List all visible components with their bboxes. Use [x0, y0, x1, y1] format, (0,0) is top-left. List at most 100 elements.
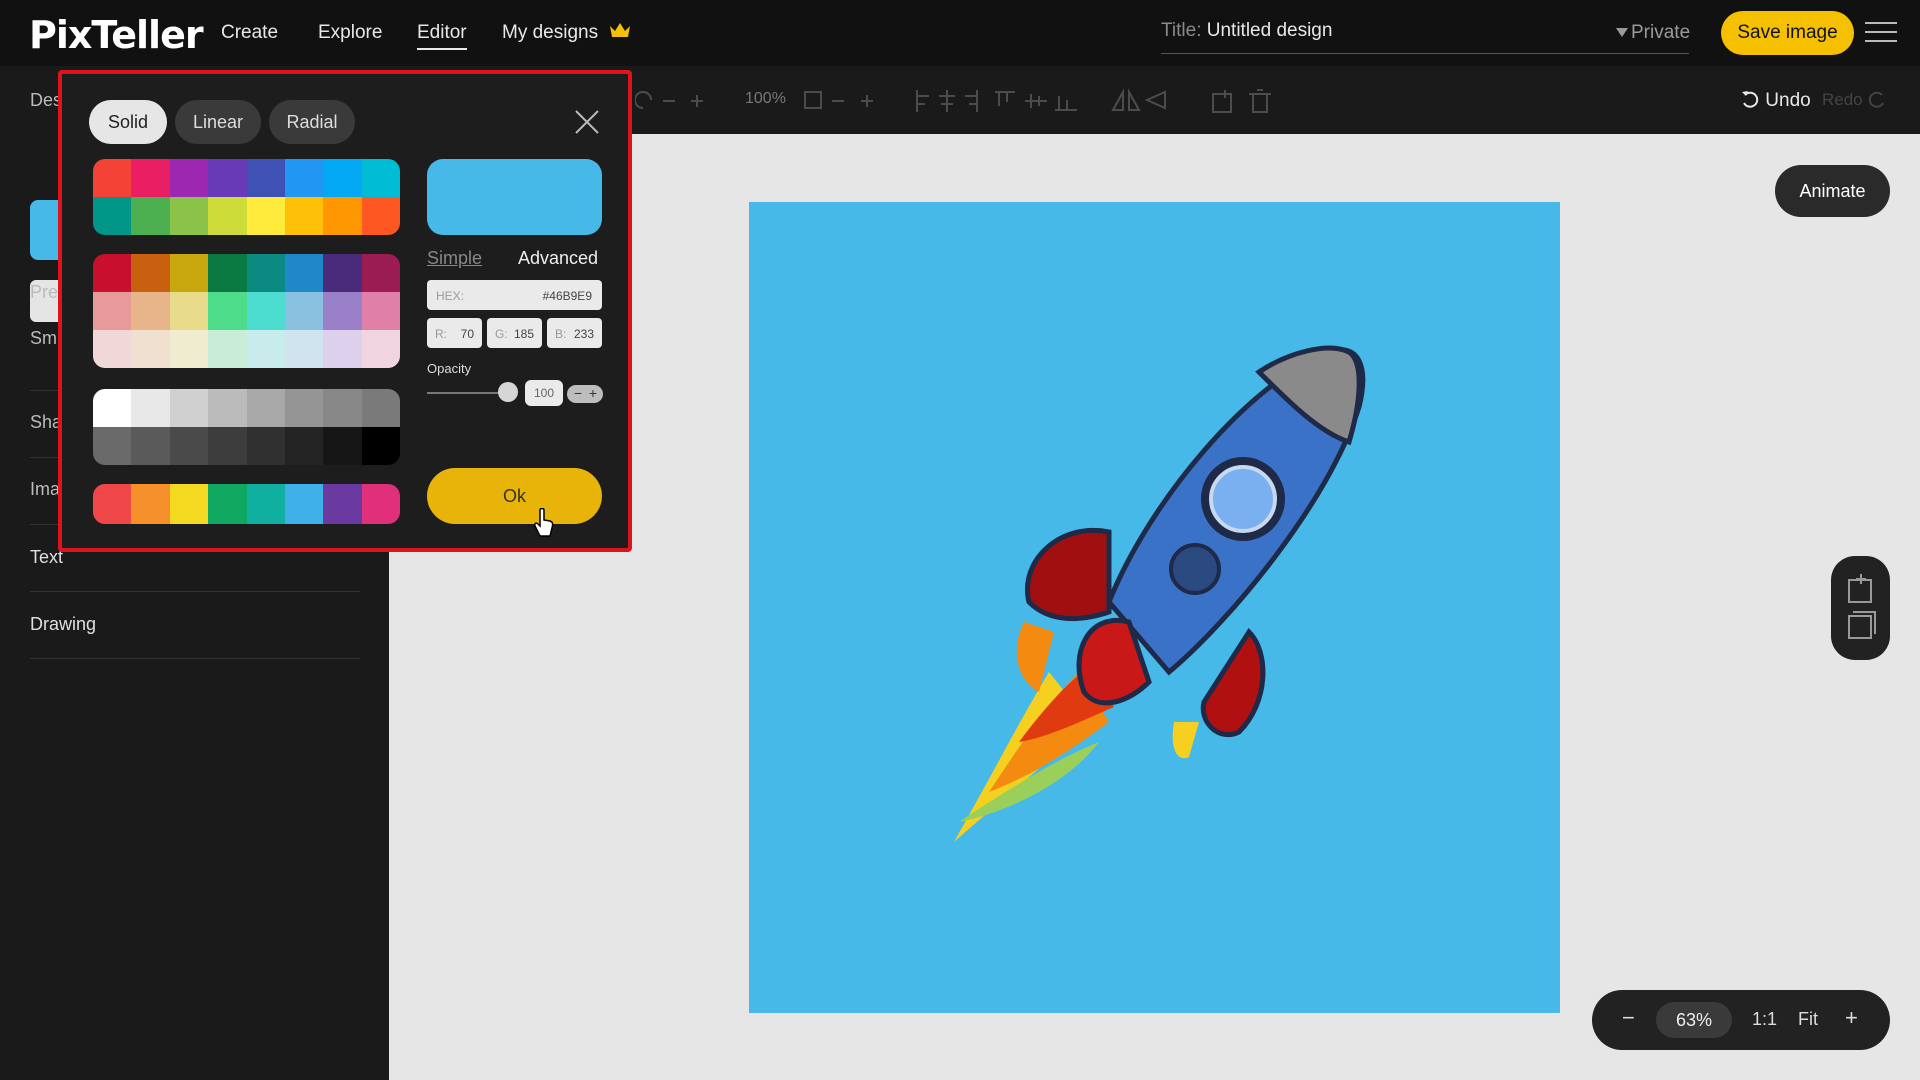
redo-button[interactable]: Redo	[1822, 89, 1887, 110]
color-swatch[interactable]	[246, 292, 285, 330]
opacity-decrement-button[interactable]: −	[574, 385, 582, 402]
pixteller-logo[interactable]: PixTeller	[29, 13, 204, 57]
color-swatch[interactable]	[169, 484, 209, 524]
nav-explore[interactable]: Explore	[318, 22, 382, 44]
ratio-1-1-button[interactable]: 1:1	[1752, 1009, 1777, 1030]
nav-create[interactable]: Create	[221, 22, 278, 44]
color-swatch[interactable]	[246, 159, 285, 197]
color-swatch[interactable]	[284, 484, 324, 524]
color-swatch[interactable]	[208, 484, 247, 524]
color-swatch[interactable]	[246, 389, 285, 427]
color-swatch[interactable]	[246, 254, 285, 292]
color-swatch[interactable]	[169, 197, 209, 235]
color-swatch[interactable]	[284, 330, 324, 368]
color-swatch[interactable]	[208, 159, 247, 197]
privacy-dropdown[interactable]: Private	[1616, 22, 1690, 44]
color-swatch[interactable]	[93, 330, 132, 368]
color-swatch[interactable]	[323, 254, 362, 292]
background-color-swatch[interactable]	[30, 200, 60, 260]
opacity-slider-handle[interactable]	[498, 382, 518, 402]
color-swatch[interactable]	[361, 254, 400, 292]
color-swatch[interactable]	[284, 427, 324, 465]
color-swatch[interactable]	[361, 159, 400, 197]
color-swatch[interactable]	[131, 292, 170, 330]
color-swatch[interactable]	[361, 197, 400, 235]
color-swatch[interactable]	[361, 330, 400, 368]
ok-button[interactable]: Ok	[427, 468, 602, 524]
tab-linear[interactable]: Linear	[175, 100, 261, 144]
red-input[interactable]: R: 70	[427, 318, 482, 348]
save-image-button[interactable]: Save image	[1721, 11, 1854, 55]
color-swatch[interactable]	[323, 484, 362, 524]
mode-simple-link[interactable]: Simple	[427, 248, 482, 269]
color-swatch[interactable]	[246, 197, 285, 235]
color-swatch[interactable]	[361, 484, 400, 524]
color-swatch[interactable]	[169, 292, 209, 330]
color-swatch[interactable]	[361, 427, 400, 465]
zoom-in-button[interactable]: +	[1845, 1005, 1858, 1031]
green-input[interactable]: G: 185	[487, 318, 542, 348]
color-swatch[interactable]	[131, 330, 170, 368]
color-swatch[interactable]	[93, 159, 132, 197]
color-swatch[interactable]	[323, 197, 362, 235]
tab-solid[interactable]: Solid	[89, 100, 167, 144]
color-swatch[interactable]	[208, 254, 247, 292]
color-swatch[interactable]	[208, 197, 247, 235]
color-swatch[interactable]	[246, 427, 285, 465]
color-swatch[interactable]	[323, 159, 362, 197]
color-swatch[interactable]	[131, 427, 170, 465]
close-icon[interactable]	[574, 109, 600, 135]
color-swatch[interactable]	[246, 484, 285, 524]
color-swatch[interactable]	[284, 159, 324, 197]
tab-radial[interactable]: Radial	[269, 100, 355, 144]
color-swatch[interactable]	[93, 254, 132, 292]
color-swatch[interactable]	[284, 292, 324, 330]
color-swatch[interactable]	[169, 427, 209, 465]
color-swatch[interactable]	[208, 292, 247, 330]
nav-editor[interactable]: Editor	[417, 22, 467, 50]
nav-my-designs[interactable]: My designs	[502, 22, 631, 44]
zoom-out-button[interactable]: −	[1622, 1005, 1635, 1031]
sidebar-item-drawing[interactable]: Drawing	[30, 614, 360, 635]
color-swatch[interactable]	[169, 159, 209, 197]
color-swatch[interactable]	[131, 484, 170, 524]
color-swatch[interactable]	[169, 330, 209, 368]
animate-button[interactable]: Animate	[1775, 165, 1890, 217]
zoom-level[interactable]: 63%	[1656, 1002, 1732, 1038]
undo-button[interactable]: Undo	[1740, 89, 1811, 112]
color-swatch[interactable]	[93, 427, 132, 465]
design-title-field[interactable]: Title: Untitled design	[1161, 20, 1689, 54]
opacity-value-input[interactable]: 100	[525, 380, 563, 406]
color-swatch[interactable]	[323, 427, 362, 465]
color-swatch[interactable]	[131, 159, 170, 197]
hex-input[interactable]: HEX: #46B9E9	[427, 280, 602, 310]
color-swatch[interactable]	[323, 389, 362, 427]
color-swatch[interactable]	[93, 484, 132, 524]
color-swatch[interactable]	[323, 330, 362, 368]
title-value[interactable]: Untitled design	[1207, 20, 1333, 41]
color-swatch[interactable]	[208, 330, 247, 368]
color-swatch[interactable]	[323, 292, 362, 330]
color-swatch[interactable]	[284, 254, 324, 292]
design-artboard[interactable]	[749, 202, 1560, 1013]
color-swatch[interactable]	[93, 389, 132, 427]
color-swatch[interactable]	[93, 197, 132, 235]
hamburger-menu-icon[interactable]	[1865, 22, 1897, 44]
color-swatch[interactable]	[246, 330, 285, 368]
sidebar-images-peek[interactable]: Ima	[30, 479, 60, 500]
fit-button[interactable]: Fit	[1798, 1009, 1818, 1030]
color-swatch[interactable]	[169, 389, 209, 427]
color-swatch[interactable]	[93, 292, 132, 330]
color-swatch[interactable]	[131, 197, 170, 235]
opacity-increment-button[interactable]: +	[589, 385, 597, 402]
blue-input[interactable]: B: 233	[547, 318, 602, 348]
color-swatch[interactable]	[169, 254, 209, 292]
color-swatch[interactable]	[284, 197, 324, 235]
sidebar-sm-peek[interactable]: Sm	[30, 328, 57, 349]
color-swatch[interactable]	[361, 389, 400, 427]
rocket-illustration[interactable]	[749, 202, 1560, 1013]
opacity-slider-track[interactable]	[427, 392, 507, 394]
color-swatch[interactable]	[131, 389, 170, 427]
color-swatch[interactable]	[208, 427, 247, 465]
color-swatch[interactable]	[208, 389, 247, 427]
